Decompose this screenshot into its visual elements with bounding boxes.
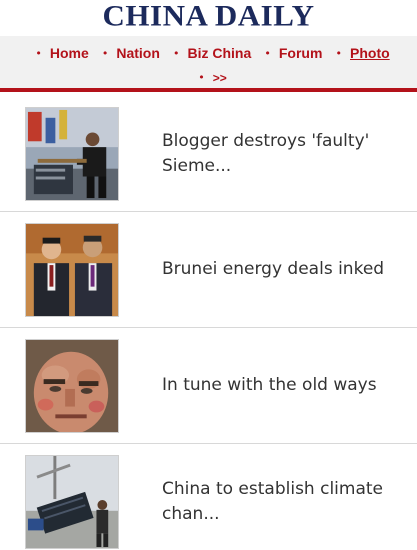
article-headline[interactable]: Brunei energy deals inked	[162, 257, 384, 282]
article-thumbnail[interactable]	[25, 338, 119, 433]
nav-row: • Home • Nation • Biz China • Forum • Photo	[0, 40, 417, 66]
list-item[interactable]: China to establish climate chan...	[0, 444, 417, 550]
site-header: CHINA DAILY	[0, 0, 417, 36]
nav-row-more: • >>	[0, 66, 417, 88]
article-thumbnail[interactable]	[25, 454, 119, 549]
list-item[interactable]: Brunei energy deals inked	[0, 212, 417, 328]
nav-bullet: •	[335, 47, 343, 60]
nav-item-nation[interactable]: Nation	[116, 40, 160, 66]
list-item[interactable]: Blogger destroys 'faulty' Sieme...	[0, 96, 417, 212]
thumbnail-image-leaders	[26, 223, 118, 316]
thumbnail-image-worker	[26, 107, 118, 200]
nav-bullet: •	[101, 47, 109, 60]
article-headline[interactable]: Blogger destroys 'faulty' Sieme...	[162, 129, 397, 179]
article-thumbnail[interactable]	[25, 222, 119, 317]
nav-more-link[interactable]: >>	[213, 67, 227, 89]
nav-item-home[interactable]: Home	[50, 40, 89, 66]
thumbnail-image-portrait	[26, 339, 118, 432]
article-list: Blogger destroys 'faulty' Sieme... Brune…	[0, 96, 417, 550]
article-headline[interactable]: China to establish climate chan...	[162, 477, 397, 527]
article-headline[interactable]: In tune with the old ways	[162, 373, 377, 398]
thumbnail-image-solar-panels	[26, 455, 118, 548]
list-item[interactable]: In tune with the old ways	[0, 328, 417, 444]
article-thumbnail[interactable]	[25, 106, 119, 201]
nav-item-photo[interactable]: Photo	[350, 40, 390, 66]
nav-bullet: •	[198, 71, 205, 84]
nav-bullet: •	[172, 47, 180, 60]
china-daily-logo[interactable]: CHINA DAILY	[103, 0, 315, 33]
nav-bullet: •	[264, 47, 271, 60]
main-nav: • Home • Nation • Biz China • Forum • Photo •…	[0, 36, 417, 92]
nav-item-forum[interactable]: Forum	[279, 40, 323, 66]
nav-item-biz-china[interactable]: Biz China	[187, 40, 251, 66]
nav-bullet: •	[35, 47, 42, 60]
